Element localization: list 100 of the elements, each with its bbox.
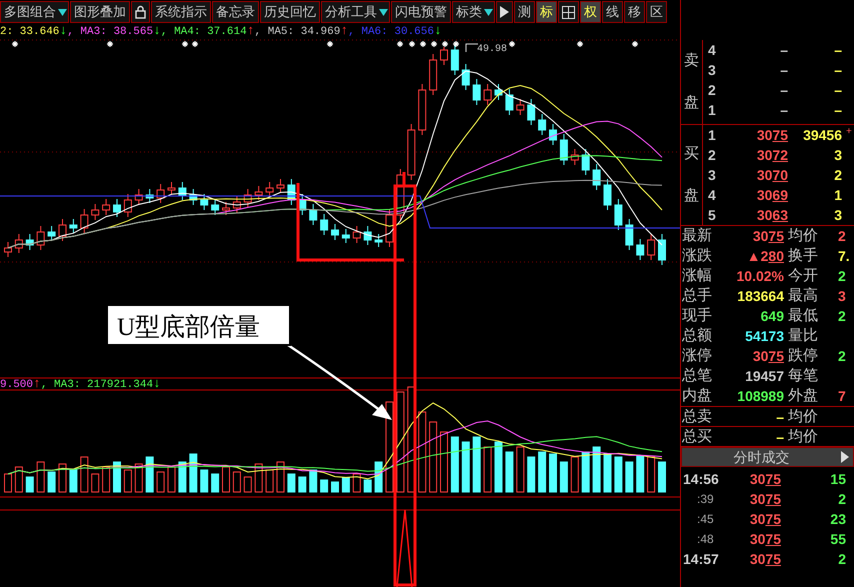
candlestick <box>592 164 601 190</box>
toolbar-button[interactable]: 移 <box>624 0 645 22</box>
stat-label: 外盘 <box>787 386 819 406</box>
volume-bar <box>58 464 66 492</box>
stat-value: 7. <box>837 247 851 266</box>
trend-arrow: ↑ <box>33 376 41 391</box>
candlestick <box>4 242 12 258</box>
grid-button[interactable] <box>558 0 579 22</box>
stat-value: 54173 <box>744 327 784 346</box>
volume-bar <box>342 478 350 492</box>
toolbar-button[interactable]: 线 <box>602 0 623 22</box>
candlestick <box>636 238 644 260</box>
stat-value: 649 <box>760 307 784 326</box>
play-icon <box>841 451 849 463</box>
order-price: – <box>779 61 788 80</box>
volume-bar <box>636 456 644 492</box>
volume-bar <box>222 466 230 492</box>
candlestick <box>320 214 328 236</box>
volume-bar <box>14 466 23 492</box>
candlestick <box>549 124 557 146</box>
order-change: + <box>845 125 853 139</box>
play-button[interactable] <box>496 0 513 22</box>
candlestick <box>266 182 274 198</box>
order-price: – <box>779 81 788 100</box>
trend-arrow: ↓ <box>153 376 161 391</box>
toolbar-button[interactable]: 标 <box>536 0 557 22</box>
volume-bar <box>429 422 438 492</box>
candlestick <box>254 186 263 200</box>
trade-price: 3075 <box>748 530 781 549</box>
volume-bar <box>48 472 56 492</box>
volume-bar <box>331 482 339 492</box>
caret-icon <box>379 8 388 16</box>
stat-value: 2 <box>837 227 847 246</box>
signal-marker <box>441 40 449 48</box>
stat-value: 3075 <box>752 347 784 366</box>
candlestick <box>342 228 350 244</box>
volume-bar <box>124 470 132 492</box>
candlestick <box>604 178 612 210</box>
volume-bar <box>80 456 88 492</box>
signal-marker <box>396 40 404 48</box>
order-level: 1 <box>708 126 717 145</box>
volume-bar <box>450 436 459 492</box>
order-volume: 3 <box>833 146 842 165</box>
candlestick <box>146 188 154 204</box>
candlestick <box>386 208 394 248</box>
toolbar-button[interactable]: 图形叠加 <box>70 0 130 22</box>
signal-marker <box>576 40 584 48</box>
order-level: 3 <box>708 61 717 80</box>
volume-bar <box>244 476 252 492</box>
volume-bar <box>538 452 546 492</box>
trade-time: :48 <box>696 531 715 548</box>
stat-label: 均价 <box>787 427 819 447</box>
dropdown-button[interactable]: 分析工具 <box>321 0 390 22</box>
candlestick <box>14 234 23 254</box>
volume-bar <box>582 452 590 492</box>
volume-bar <box>320 480 328 492</box>
candlestick <box>582 148 590 176</box>
candlestick <box>374 234 383 248</box>
signal-marker <box>11 40 19 48</box>
order-volume: – <box>833 41 842 60</box>
stat-value: 3075 <box>752 227 784 246</box>
indicator-value: , MA6: 30.656 <box>348 26 434 38</box>
stat-label: 涨跌 <box>682 246 713 266</box>
callout-label: U型底部倍量 <box>106 304 291 346</box>
stat-label: 均价 <box>787 226 819 246</box>
toolbar-button[interactable]: 系统指示 <box>151 0 211 22</box>
trade-price: 3075 <box>748 550 781 569</box>
toolbar-button[interactable]: 测 <box>514 0 535 22</box>
volume-bar <box>200 470 208 492</box>
toolbar-button[interactable]: 历史回忆 <box>260 0 320 22</box>
stat-label: 跌停 <box>787 346 819 366</box>
dropdown-button[interactable]: 多图组合 <box>0 0 69 22</box>
order-price: – <box>779 41 788 60</box>
candlestick <box>232 196 241 214</box>
dropdown-button[interactable]: 标类 <box>452 0 495 22</box>
candlestick <box>538 114 546 136</box>
candlestick <box>124 194 132 218</box>
volume-bar <box>505 452 514 492</box>
candlestick <box>134 188 143 206</box>
trade-volume: 2 <box>837 490 847 509</box>
trade-volume: 2 <box>837 550 847 569</box>
signal-marker <box>452 40 460 48</box>
peak-price-label: 49.98 <box>477 44 508 55</box>
candlestick <box>352 226 361 244</box>
candlestick <box>614 198 622 230</box>
toolbar-button[interactable]: 闪电预警 <box>391 0 451 22</box>
candlestick <box>462 64 470 90</box>
lock-button[interactable] <box>131 0 150 22</box>
lock-icon <box>135 5 146 20</box>
section-title: 分时成交 <box>732 448 790 466</box>
candlestick <box>156 184 165 204</box>
order-level: 3 <box>708 166 717 185</box>
candlestick <box>276 178 284 194</box>
toolbar-button[interactable]: 备忘录 <box>212 0 259 22</box>
toolbar-button[interactable]: 权 <box>580 0 601 22</box>
toolbar-button[interactable]: 区 <box>646 0 667 22</box>
volume-bar <box>211 474 220 492</box>
candlestick <box>440 46 448 66</box>
volume-bar <box>614 456 622 492</box>
stat-value: 2 <box>837 307 847 326</box>
